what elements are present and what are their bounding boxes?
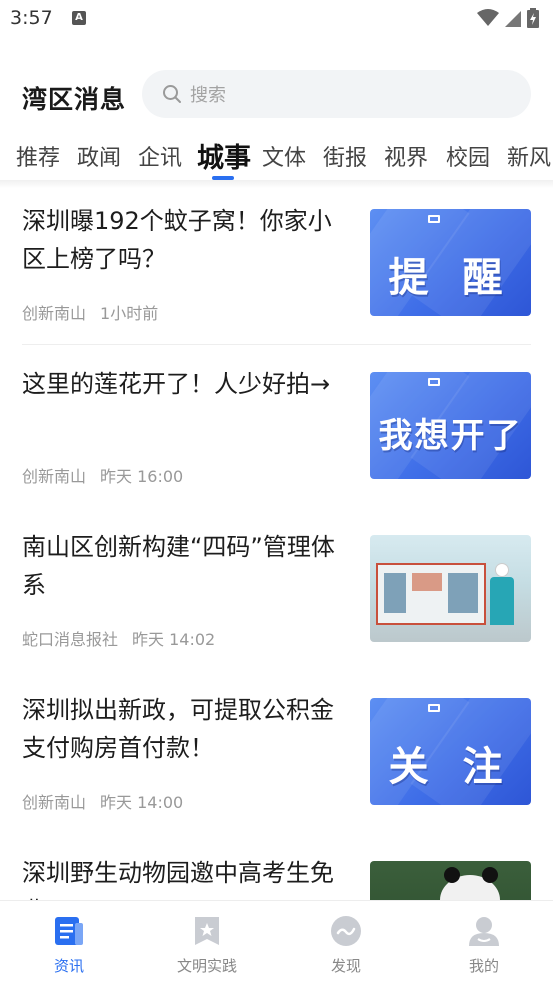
discover-icon (330, 915, 362, 947)
brand-logo-icon (428, 704, 440, 712)
article-thumbnail (370, 535, 531, 642)
article-item[interactable]: 南山区创新构建“四码”管理体系 蛇口消息报社 昨天 14:02 (0, 514, 553, 677)
tab-wenti[interactable]: 文体 (262, 140, 306, 172)
search-icon (163, 85, 181, 103)
news-icon (53, 915, 85, 947)
tab-qixun[interactable]: 企讯 (138, 140, 182, 172)
user-icon (468, 915, 500, 947)
tab-tuijian[interactable]: 推荐 (16, 140, 60, 172)
article-feed[interactable]: 深圳曝192个蚊子窝！你家小区上榜了吗？ 创新南山 1小时前 提 醒 这里的莲花开… (0, 188, 553, 900)
article-thumbnail: 关 注 (370, 698, 531, 805)
article-time: 昨天 14:02 (132, 630, 216, 649)
article-item[interactable]: 深圳曝192个蚊子窝！你家小区上榜了吗？ 创新南山 1小时前 提 醒 (0, 188, 553, 351)
panda-photo (370, 861, 531, 900)
thumbnail-text: 提 醒 (388, 255, 513, 301)
category-tabs: 推荐 政闻 企讯 城事 文体 街报 视界 校园 新风 (0, 132, 553, 182)
nav-label: 文明实践 (176, 957, 237, 975)
article-meta: 创新南山 1小时前 (22, 300, 158, 324)
article-title: 这里的莲花开了！人少好拍→ (22, 370, 331, 398)
wifi-icon (477, 9, 499, 26)
article-item[interactable]: 这里的莲花开了！人少好拍→ 创新南山 昨天 16:00 我想开了 (0, 351, 553, 514)
divider (22, 344, 531, 345)
tab-jiebao[interactable]: 街报 (323, 140, 367, 172)
tab-xinfeng[interactable]: 新风 (507, 140, 551, 172)
tab-xiaoyuan[interactable]: 校园 (446, 140, 490, 172)
article-item[interactable]: 深圳拟出新政，可提取公积金支付购房首付款！ 创新南山 昨天 14:00 关 注 (0, 677, 553, 840)
search-input[interactable]: 搜索 (142, 70, 531, 118)
nav-news[interactable]: 资讯 (9, 915, 129, 976)
article-source: 创新南山 (22, 793, 87, 812)
article-time: 1小时前 (100, 304, 159, 323)
article-thumbnail: 提 醒 (370, 209, 531, 316)
search-placeholder: 搜索 (190, 85, 226, 106)
article-time: 昨天 14:00 (100, 793, 184, 812)
nav-discover[interactable]: 发现 (286, 915, 406, 976)
article-source: 创新南山 (22, 467, 87, 486)
battery-icon (527, 8, 539, 28)
brand-logo-icon (428, 215, 440, 223)
article-thumbnail (370, 861, 531, 900)
article-title: 南山区创新构建“四码”管理体系 (22, 533, 335, 599)
article-meta: 蛇口消息报社 昨天 14:02 (22, 626, 215, 650)
article-title: 深圳野生动物园邀中高考生免费 (22, 859, 334, 900)
article-title: 深圳拟出新政，可提取公积金支付购房首付款！ (22, 696, 334, 762)
tab-shijie[interactable]: 视界 (384, 140, 428, 172)
article-meta: 创新南山 昨天 14:00 (22, 789, 183, 813)
status-icons (477, 8, 539, 28)
nav-civilization-practice[interactable]: 文明实践 (147, 915, 267, 976)
article-thumbnail: 我想开了 (370, 372, 531, 479)
tab-chengshi[interactable]: 城事 (197, 136, 251, 175)
article-source: 创新南山 (22, 304, 87, 323)
notification-icon: A (72, 11, 86, 25)
tab-zhengwen[interactable]: 政闻 (77, 140, 121, 172)
signal-icon (505, 11, 521, 27)
article-title: 深圳曝192个蚊子窝！你家小区上榜了吗？ (22, 207, 332, 273)
article-item[interactable]: 深圳野生动物园邀中高考生免费 (0, 840, 553, 900)
thumbnail-text: 我想开了 (378, 416, 523, 456)
nav-label: 发现 (330, 957, 361, 975)
nav-label: 我的 (468, 957, 499, 975)
brand-logo-icon (428, 378, 440, 386)
status-bar: 3:57 A (0, 0, 553, 40)
article-time: 昨天 16:00 (100, 467, 184, 486)
exhibition-photo (370, 535, 531, 642)
nav-profile[interactable]: 我的 (424, 915, 544, 976)
article-source: 蛇口消息报社 (22, 630, 119, 649)
app-title: 湾区消息 (22, 85, 127, 114)
article-meta: 创新南山 昨天 16:00 (22, 463, 183, 487)
bottom-nav: 资讯 文明实践 发现 我的 (0, 900, 553, 984)
thumbnail-text: 关 注 (388, 744, 513, 790)
header: 湾区消息 搜索 (0, 70, 553, 120)
tabs-divider (0, 180, 553, 188)
nav-label: 资讯 (53, 957, 84, 975)
bookmark-star-icon (191, 915, 223, 947)
status-time: 3:57 (10, 7, 53, 29)
